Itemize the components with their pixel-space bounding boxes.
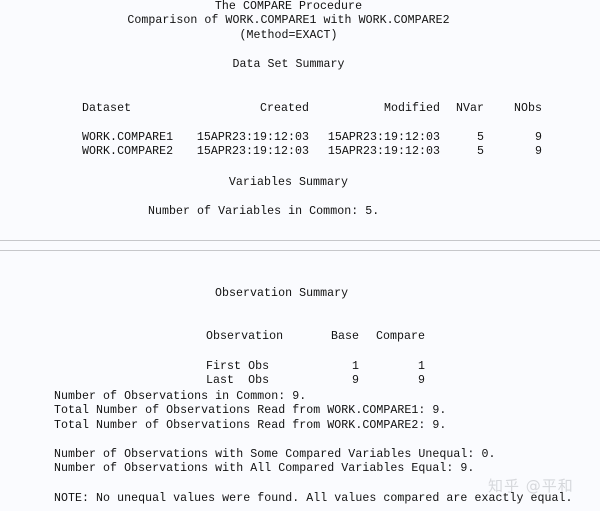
page-separator-bottom — [0, 250, 600, 251]
cell-modified: 15APR23:19:12:03 — [327, 145, 441, 158]
col-observation: Observation — [206, 330, 284, 343]
dataset-summary-title: Data Set Summary — [232, 58, 345, 71]
col-base: Base — [331, 330, 360, 343]
table-row: WORK.COMPARE2 15APR23:19:12:03 15APR23:19:… — [54, 131, 542, 173]
procedure-title: The COMPARE Procedure — [214, 0, 363, 13]
variables-in-common: Number of Variables in Common: 5. — [148, 205, 380, 218]
obs-equal: Number of Observations with All Compared… — [54, 462, 475, 475]
obs-unequal: Number of Observations with Some Compare… — [54, 448, 496, 461]
observation-summary-title: Observation Summary — [215, 287, 349, 300]
col-compare: Compare — [375, 330, 426, 343]
cell-nvar: 5 — [477, 145, 485, 158]
col-nobs: NObs — [514, 102, 543, 115]
cell-observation: Last Obs — [206, 374, 270, 387]
obs-read-compare2: Total Number of Observations Read from W… — [54, 419, 447, 432]
page-separator-top — [0, 240, 600, 241]
col-nvar: NVar — [456, 102, 485, 115]
obs-read-compare1: Total Number of Observations Read from W… — [54, 404, 447, 417]
col-created: Created — [259, 102, 310, 115]
method-label: (Method=EXACT) — [239, 29, 338, 42]
obs-in-common: Number of Observations in Common: 9. — [54, 390, 307, 403]
comparison-subtitle: Comparison of WORK.COMPARE1 with WORK.CO… — [127, 14, 450, 27]
cell-dataset: WORK.COMPARE2 — [82, 145, 174, 158]
cell-compare: 9 — [418, 374, 426, 387]
cell-created: 15APR23:19:12:03 — [196, 145, 310, 158]
cell-base: 9 — [352, 374, 360, 387]
note-message: NOTE: No unequal values were found. All … — [54, 492, 573, 505]
col-modified: Modified — [383, 102, 441, 115]
variables-summary-title: Variables Summary — [228, 176, 349, 189]
cell-nobs: 9 — [535, 145, 543, 158]
col-dataset: Dataset — [82, 102, 132, 115]
